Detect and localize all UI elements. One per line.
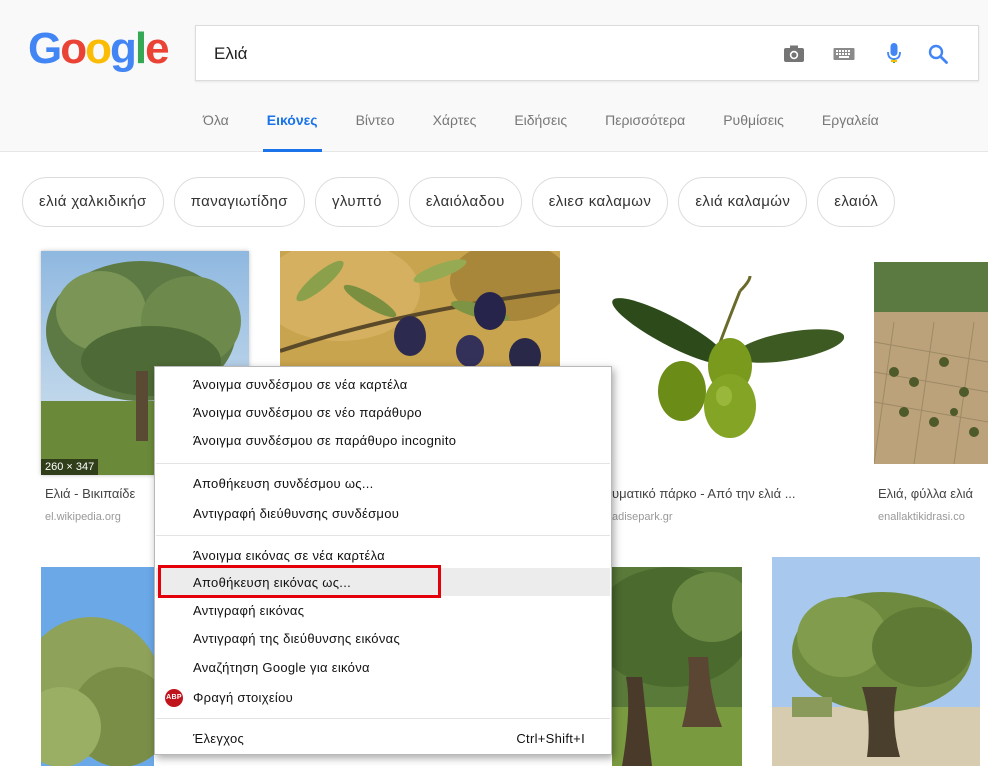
menu-separator bbox=[156, 718, 610, 719]
menu-save-link-as[interactable]: Αποθήκευση συνδέσμου ως... bbox=[193, 472, 374, 496]
image-result-harvest-net[interactable] bbox=[874, 262, 988, 464]
tab-more[interactable]: Περισσότερα bbox=[605, 112, 685, 152]
image-result-old-olive-trunks[interactable] bbox=[612, 567, 742, 766]
menu-open-link-incognito[interactable]: Άνοιγμα συνδέσμου σε παράθυρο incognito bbox=[193, 429, 456, 453]
result-source: enallaktikidrasi.co bbox=[878, 511, 965, 523]
menu-open-link-new-tab[interactable]: Άνοιγμα συνδέσμου σε νέα καρτέλα bbox=[193, 373, 408, 397]
google-logo[interactable]: Google bbox=[28, 24, 170, 74]
tab-news[interactable]: Ειδήσεις bbox=[514, 112, 567, 152]
image-dimensions: 260 × 347 bbox=[41, 459, 99, 475]
search-icon[interactable] bbox=[924, 40, 952, 68]
menu-copy-image[interactable]: Αντιγραφή εικόνας bbox=[193, 599, 304, 623]
result-source: adisepark.gr bbox=[612, 511, 673, 523]
menu-block-element[interactable]: Φραγή στοιχείου bbox=[193, 686, 293, 710]
tab-tools[interactable]: Εργαλεία bbox=[822, 112, 879, 152]
highlight-annotation-box bbox=[158, 565, 441, 598]
adblock-plus-icon: ABP bbox=[165, 689, 183, 707]
image-result-single-olive-tree[interactable] bbox=[772, 557, 980, 766]
logo-letter: G bbox=[28, 24, 62, 73]
image-result-olive-branch[interactable] bbox=[280, 251, 560, 369]
logo-letter: l bbox=[134, 24, 147, 73]
menu-copy-link-address[interactable]: Αντιγραφή διεύθυνσης συνδέσμου bbox=[193, 502, 399, 526]
header: Google Ελιά Όλα Εικόνες Βίντεο Χάρτες Ει… bbox=[0, 0, 988, 152]
menu-inspect-shortcut: Ctrl+Shift+I bbox=[516, 731, 585, 746]
tab-settings[interactable]: Ρυθμίσεις bbox=[723, 112, 784, 152]
related-chip[interactable]: παναγιωτίδησ bbox=[173, 177, 305, 227]
menu-separator bbox=[156, 535, 610, 536]
logo-letter: o bbox=[60, 24, 87, 73]
context-menu: Άνοιγμα συνδέσμου σε νέα καρτέλα Άνοιγμα… bbox=[154, 366, 612, 755]
related-searches: ελιά χαλκιδικήσ παναγιωτίδησ γλυπτό ελαι… bbox=[22, 177, 988, 229]
menu-search-google-for-image[interactable]: Αναζήτηση Google για εικόνα bbox=[193, 656, 370, 680]
keyboard-icon[interactable] bbox=[830, 40, 858, 68]
image-result-olive-grove[interactable] bbox=[41, 567, 154, 766]
search-tabs: Όλα Εικόνες Βίντεο Χάρτες Ειδήσεις Περισ… bbox=[203, 112, 917, 152]
search-input[interactable]: Ελιά bbox=[214, 44, 247, 64]
tab-videos[interactable]: Βίντεο bbox=[356, 112, 395, 152]
result-title[interactable]: Ελιά, φύλλα ελιά bbox=[878, 486, 988, 501]
result-title[interactable]: υματικό πάρκο - Από την ελιά ... bbox=[612, 486, 842, 501]
camera-icon[interactable] bbox=[780, 40, 808, 68]
related-chip[interactable]: γλυπτό bbox=[314, 177, 399, 227]
result-source: el.wikipedia.org bbox=[45, 511, 121, 523]
microphone-icon[interactable] bbox=[880, 40, 908, 68]
tab-all[interactable]: Όλα bbox=[203, 112, 229, 152]
tab-images[interactable]: Εικόνες bbox=[262, 112, 322, 152]
menu-open-link-new-window[interactable]: Άνοιγμα συνδέσμου σε νέο παράθυρο bbox=[193, 401, 422, 425]
related-chip[interactable]: ελαιόλ bbox=[817, 177, 896, 227]
search-box[interactable]: Ελιά bbox=[195, 25, 979, 81]
tab-maps[interactable]: Χάρτες bbox=[433, 112, 477, 152]
menu-block-element-row[interactable]: ABP Φραγή στοιχείου bbox=[155, 689, 611, 707]
related-chip[interactable]: ελιεσ καλαμων bbox=[531, 177, 669, 227]
menu-separator bbox=[156, 463, 610, 464]
logo-letter: e bbox=[145, 24, 170, 73]
image-result-green-olives[interactable] bbox=[590, 251, 844, 475]
result-title[interactable]: Ελιά - Βικιπαίδε bbox=[45, 486, 155, 501]
related-chip[interactable]: ελαιόλαδου bbox=[408, 177, 522, 227]
related-chip[interactable]: ελιά χαλκιδικήσ bbox=[22, 177, 164, 227]
logo-letter: o bbox=[85, 24, 112, 73]
logo-letter: g bbox=[110, 24, 137, 73]
menu-copy-image-address[interactable]: Αντιγραφή της διεύθυνσης εικόνας bbox=[193, 627, 400, 651]
menu-inspect[interactable]: Έλεγχος bbox=[193, 727, 244, 751]
related-chip[interactable]: ελιά καλαμών bbox=[678, 177, 808, 227]
